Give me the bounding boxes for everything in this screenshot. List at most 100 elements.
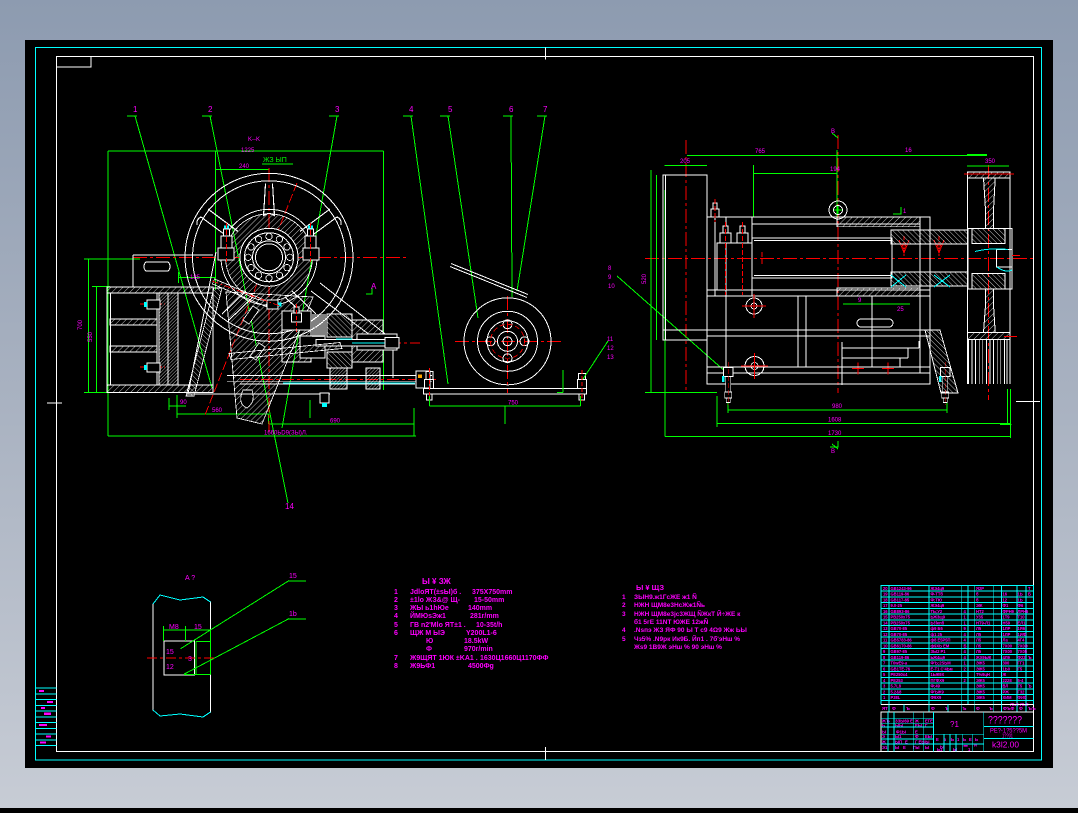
svg-text:НТ2: НТ2 (976, 609, 984, 614)
svg-text:20: 20 (883, 586, 888, 591)
svg-text:7: 7 (394, 655, 398, 662)
svg-text:ГВ n2'Mlo ЯT±1 .: ГВ n2'Mlo ЯT±1 . (410, 622, 466, 629)
svg-text:7Х0Э: 7Х0Э (1018, 643, 1028, 648)
svg-text:Ъ: Ъ (1028, 655, 1032, 660)
svg-text:Ф22: Ф22 (1018, 655, 1027, 660)
svg-text:7Х00: 7Х00 (1003, 649, 1013, 654)
svg-text:ф9ХЬ ЕМ: ф9ХЬ ЕМ (931, 643, 950, 648)
svg-text:205: 205 (680, 159, 691, 165)
svg-text:GB1243-96: GB1243-96 (891, 586, 913, 591)
svg-text:GB119-86: GB119-86 (891, 592, 910, 597)
svg-text:9.0-25: 9.0-25 (891, 603, 903, 608)
svg-text:У35: У35 (976, 615, 984, 620)
svg-text:РЖ: РЖ (1003, 689, 1010, 694)
svg-text:GB893-86: GB893-86 (891, 609, 911, 614)
svg-text:ЭЖ5: ЭЖ5 (976, 661, 986, 666)
svg-text:750: 750 (508, 401, 519, 407)
svg-text:.Nsпэ ЖЗ ЯФ 90 Ы Т с9 4Ω9 Жж: .Nsпэ ЖЗ ЯФ 90 Ы Т с9 4Ω9 Жж ЬЫ (634, 627, 747, 634)
svg-text:560: 560 (212, 408, 223, 414)
svg-text:140mm: 140mm (468, 605, 492, 612)
svg-text:Г5: Г5 (1018, 684, 1023, 689)
svg-text:5.2&8: 5.2&8 (891, 689, 903, 694)
svg-text:Ф;ТЮ: Ф;ТЮ (931, 597, 943, 602)
svg-text:ТЬ;У2: ТЬ;У2 (931, 609, 943, 614)
svg-text:ЗЫН9.ж1ГсЖЕ ж1 Ñ: ЗЫН9.ж1ГсЖЕ ж1 Ñ (634, 592, 697, 601)
svg-text:T0wE9-a: T0wE9-a (891, 661, 908, 666)
svg-text:Я2Р: Я2Р (976, 586, 984, 591)
svg-text:1608: 1608 (828, 418, 842, 424)
svg-text:ЛРН6: ЛРН6 (1018, 609, 1030, 614)
svg-text:НТ9-Л1: НТ9-Л1 (976, 620, 991, 625)
svg-text:5: 5 (394, 622, 398, 629)
svg-text:PB250x75: PB250x75 (891, 615, 911, 620)
svg-text:17: 17 (883, 603, 888, 608)
svg-text:Ы ¥ ЩЗ: Ы ¥ ЩЗ (636, 583, 664, 592)
svg-text:K--K: K--K (248, 137, 260, 143)
svg-text:GB119-86: GB119-86 (891, 655, 910, 660)
svg-text:Ф: Ф (915, 734, 919, 739)
svg-text:10: 10 (883, 643, 888, 648)
svg-text:Ф: Ф (976, 706, 980, 711)
svg-text:Ы1: Ы1 (895, 734, 902, 739)
svg-text:16: 16 (883, 609, 888, 614)
svg-text:690: 690 (330, 419, 341, 425)
svg-text:Ф: Ф (931, 706, 935, 711)
svg-text:1b: 1b (289, 611, 297, 618)
svg-text:ф9 Б5: ф9 Б5 (931, 626, 944, 631)
svg-text:765: 765 (755, 149, 766, 155)
svg-text:Ф: Ф (892, 706, 896, 711)
svg-text:1ИФ: 1ИФ (1018, 632, 1027, 637)
svg-text:4Г4: 4Г4 (1018, 638, 1026, 643)
svg-text:520: 520 (642, 273, 648, 284)
svg-text:Ф9Х9: Ф9Х9 (931, 695, 943, 700)
svg-text:4: 4 (394, 613, 398, 620)
svg-text:1225: 1225 (241, 148, 255, 154)
svg-text:И: И (974, 743, 977, 748)
svg-text:10: 10 (608, 284, 615, 290)
svg-text:GB6170-86: GB6170-86 (891, 643, 913, 648)
svg-text:11: 11 (883, 638, 888, 643)
svg-text:Ъ: Ъ (1028, 684, 1032, 689)
svg-text:300: 300 (1003, 661, 1011, 666)
svg-text:Ф6: Ф6 (1018, 603, 1024, 608)
svg-text:Ж9ЬФ1: Ж9ЬФ1 (409, 663, 435, 670)
svg-text:15: 15 (289, 573, 297, 580)
svg-text:ЖЭ4ц9: ЖЭ4ц9 (930, 586, 945, 591)
svg-text:Л5: Л5 (976, 649, 982, 654)
svg-text:?1: ?1 (950, 720, 959, 729)
svg-text:A: A (371, 282, 377, 291)
svg-text:25: 25 (897, 307, 904, 313)
svg-text:PE253: PE253 (891, 678, 904, 683)
svg-text:НЖН ЩМ8е3jс3ЖЩ ÑЖкТ Й÷ЖЕ к: НЖН ЩМ8е3jс3ЖЩ ÑЖкТ Й÷ЖЕ к (634, 609, 741, 618)
svg-text:2: 2 (394, 597, 398, 604)
svg-text:1: 1 (394, 589, 398, 596)
svg-text:1: 1 (133, 105, 138, 114)
svg-text:б1 5гЕ 11NТ ЮЖЕ 12жÑ: б1 5гЕ 11NТ ЮЖЕ 12жÑ (634, 617, 709, 626)
svg-text:Ъ: Ъ (945, 706, 949, 711)
svg-text:Ф: Ф (426, 646, 432, 653)
svg-text:???????: ??????? (988, 715, 1022, 727)
svg-text:±1lo ЖЗ&@ Щ-: ±1lo ЖЗ&@ Щ- (410, 597, 461, 604)
svg-text:Э1: Э1 (882, 745, 888, 750)
svg-text:Г5: Г5 (1018, 666, 1023, 671)
svg-text:13: 13 (607, 355, 614, 361)
svg-text:GB70-85: GB70-85 (891, 626, 908, 631)
svg-text:ЬЖ3щ9: ЬЖ3щ9 (931, 615, 946, 620)
svg-text:Л5: Л5 (976, 626, 982, 631)
svg-text:Ла: Ла (1003, 638, 1009, 643)
svg-text:5.7L8: 5.7L8 (891, 684, 902, 689)
svg-text:2: 2 (208, 105, 213, 114)
svg-text:3: 3 (335, 105, 340, 114)
svg-text:P38L: P38L (891, 695, 901, 700)
svg-text:Э: Э (882, 734, 885, 739)
svg-text:1730: 1730 (828, 431, 842, 437)
svg-text:ЖЭ4ц9: ЖЭ4ц9 (930, 603, 945, 608)
svg-text:6: 6 (509, 105, 514, 114)
svg-text:5-4: 5-4 (1018, 678, 1025, 683)
svg-text:B: B (831, 129, 835, 135)
svg-text:12: 12 (883, 632, 888, 637)
svg-text:7Х00: 7Х00 (1003, 643, 1013, 648)
svg-text:ЭЖ5: ЭЖ5 (976, 678, 986, 683)
svg-text:3: 3 (622, 611, 626, 618)
svg-text:350: 350 (985, 159, 996, 165)
